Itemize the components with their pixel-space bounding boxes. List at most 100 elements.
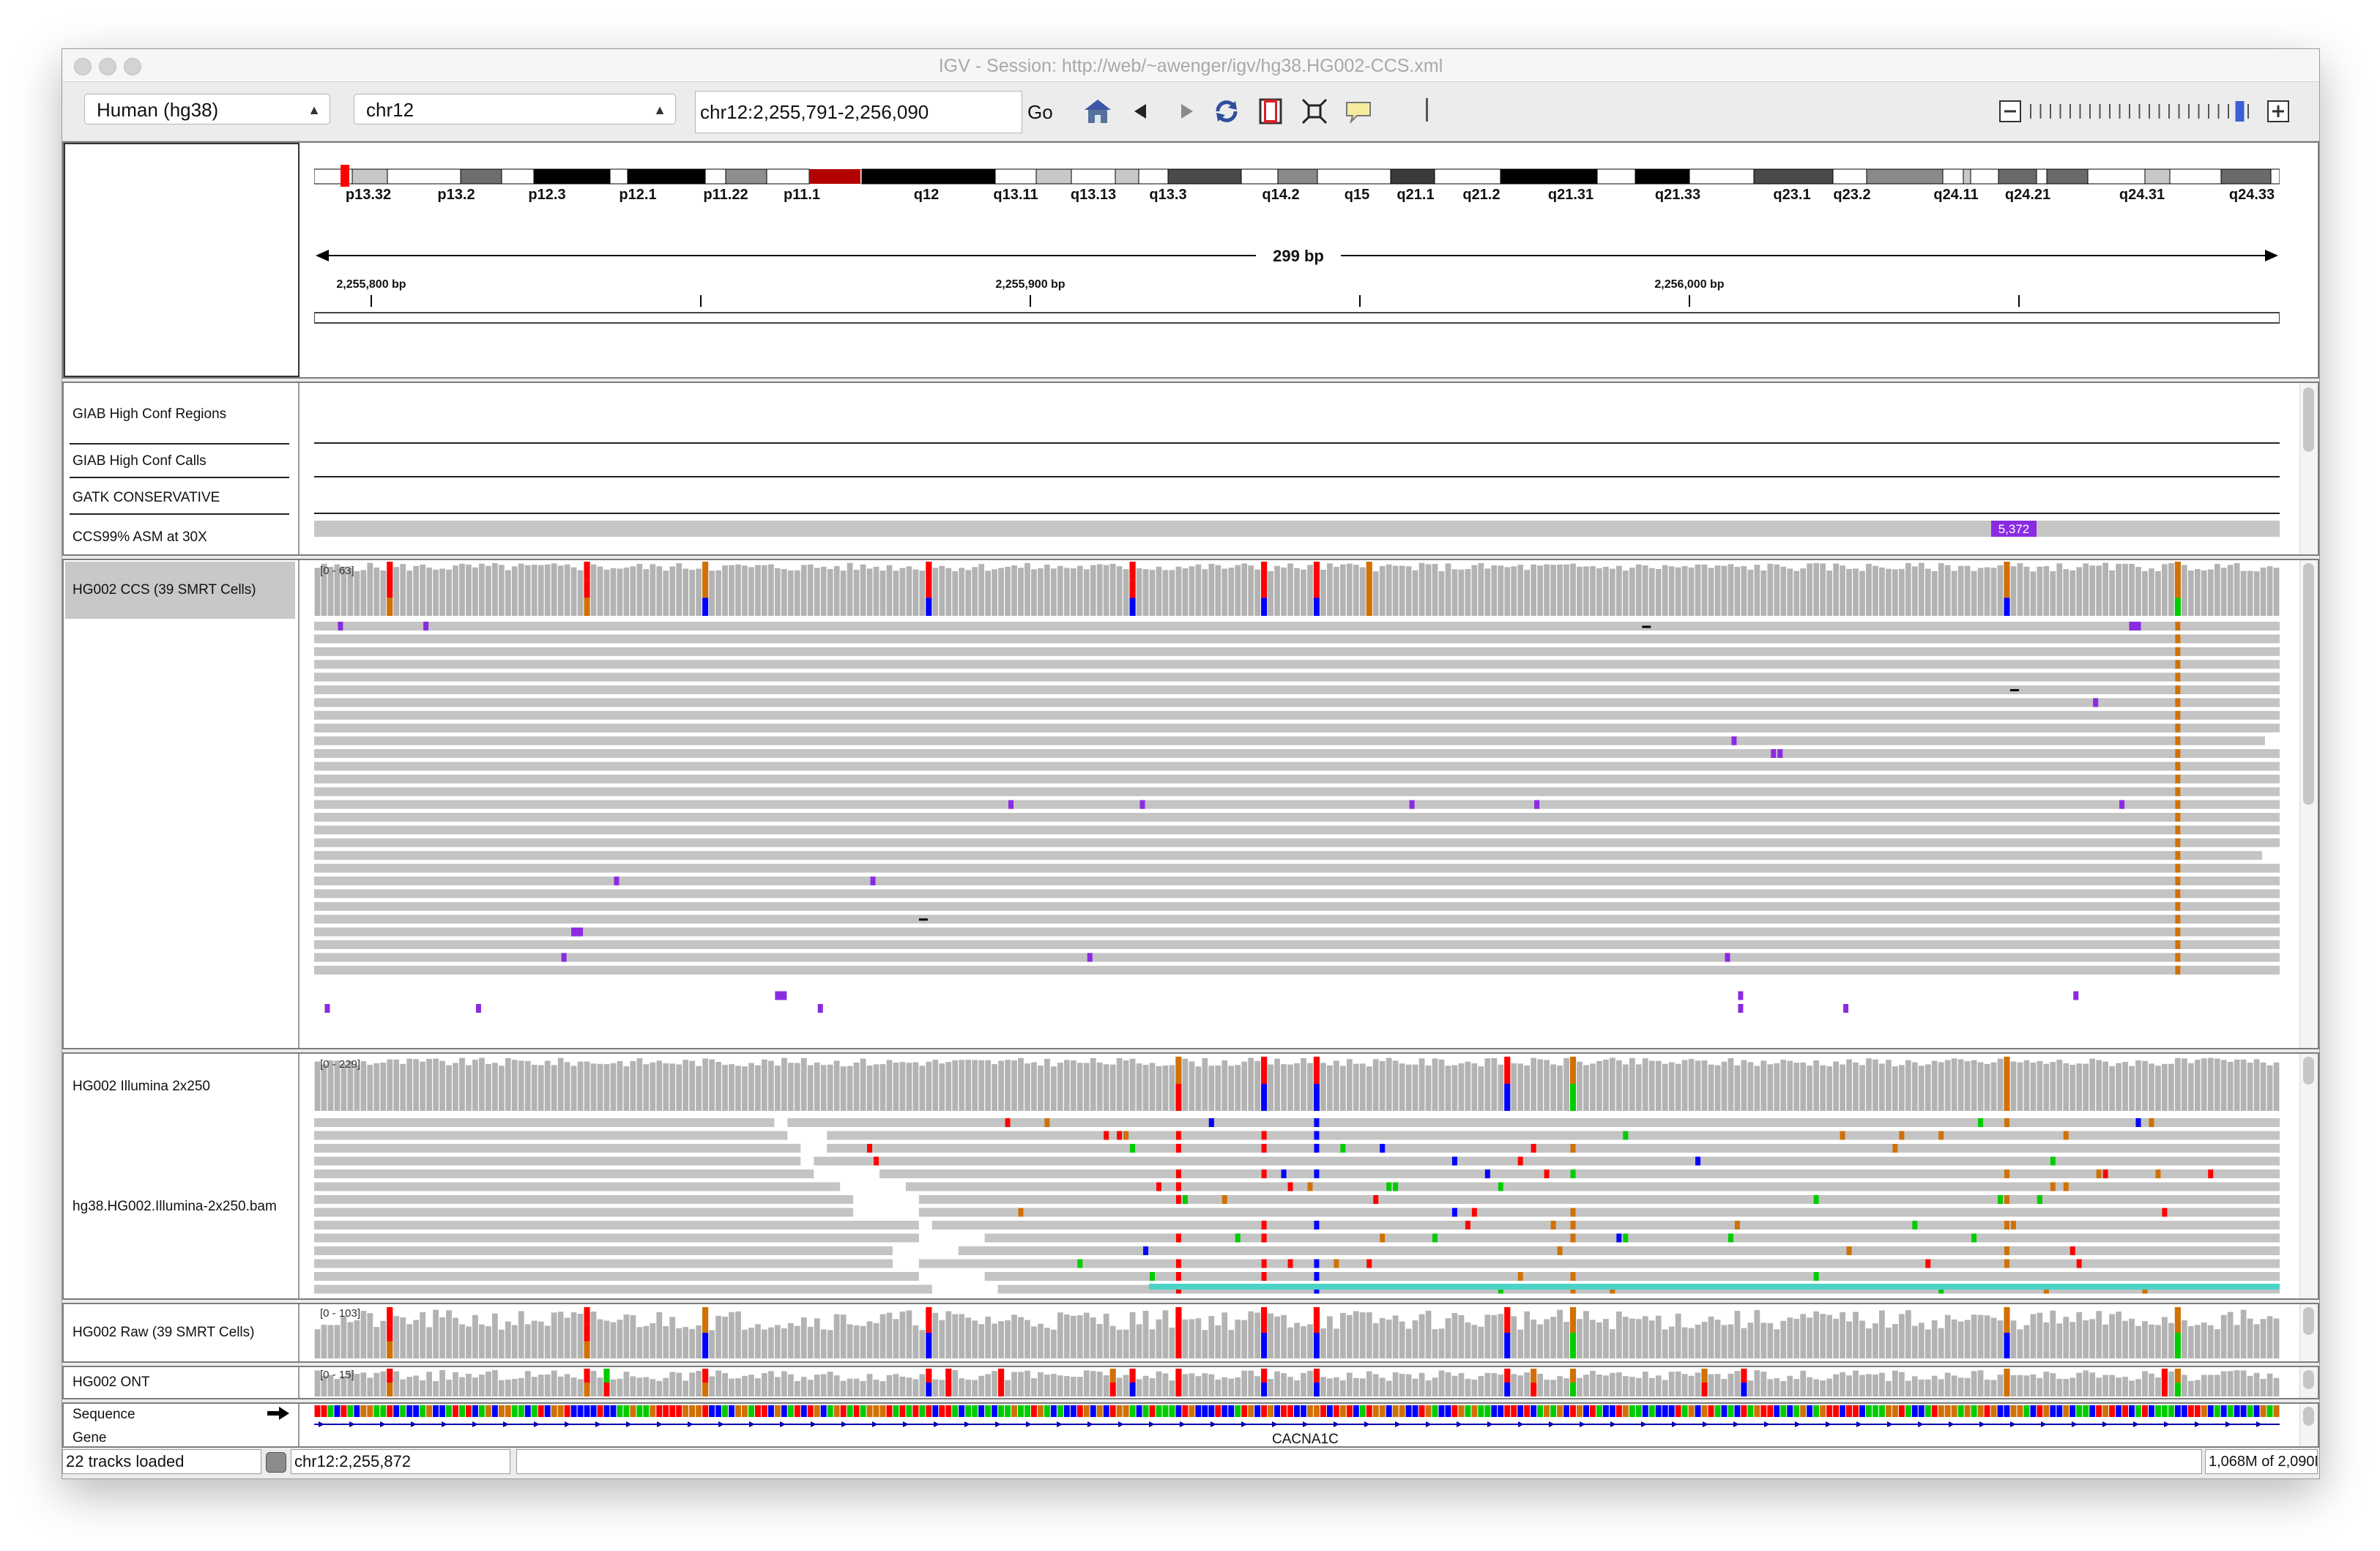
go-button[interactable]: Go [1027, 101, 1053, 124]
ccs-coverage-bar [1235, 565, 1241, 616]
track-name-giab-regions[interactable]: GIAB High Conf Regions [72, 406, 226, 423]
ccs-coverage-bar [1090, 565, 1096, 616]
ccs-coverage-bar [1964, 565, 1971, 616]
illumina-coverage-bar [1971, 1060, 1977, 1111]
raw-coverage-bar [617, 1320, 623, 1358]
ccs-coverage-bar [1570, 563, 1576, 616]
track-name-sequence[interactable]: Sequence [72, 1407, 135, 1423]
raw-coverage-bar [1820, 1314, 1826, 1358]
resize-to-window-icon[interactable] [1298, 95, 1331, 127]
sequence-base [2168, 1405, 2174, 1417]
ccs-alignment-track[interactable] [314, 560, 2280, 1048]
ccs-coverage-bar [433, 569, 439, 616]
ccs-coverage-bar [1057, 565, 1063, 616]
illumina-coverage-bar [1931, 1060, 1938, 1111]
igv-window: IGV - Session: http://web/~awenger/igv/h… [62, 48, 2320, 1479]
ont-scrollbar[interactable] [2299, 1367, 2318, 1398]
ccs-coverage-bar [2050, 570, 2056, 616]
back-arrow-icon[interactable] [1126, 95, 1158, 127]
coverage-mismatch [387, 1341, 393, 1358]
roi-icon[interactable] [1254, 95, 1287, 127]
ccs-coverage-bar [1438, 570, 1445, 616]
chromosome-select[interactable]: chr12 ▲ [354, 94, 676, 124]
track-name-ont[interactable]: HG002 ONT [72, 1375, 150, 1391]
ccs-insertion [1008, 800, 1014, 809]
track-name-gatk[interactable]: GATK CONSERVATIVE [72, 490, 220, 506]
genome-select[interactable]: Human (hg38) ▲ [84, 94, 330, 124]
current-region-marker [341, 165, 349, 187]
ccs-coverage-bar [1741, 566, 1747, 616]
track-name-ccs99[interactable]: CCS99% ASM at 30X [72, 529, 207, 546]
ont-coverage-track[interactable] [314, 1367, 2280, 1398]
ccs-coverage-bar [2155, 570, 2161, 616]
track-name-giab-calls[interactable]: GIAB High Conf Calls [72, 453, 207, 469]
gene-strand-arrow [1241, 1421, 1247, 1427]
illumina-coverage-bar [2070, 1065, 2076, 1111]
illumina-coverage-bar [1813, 1060, 1820, 1111]
illumina-mismatch [2162, 1208, 2168, 1217]
illumina-alignment-track[interactable] [314, 1054, 2280, 1298]
coverage-mismatch [1129, 562, 1136, 580]
illumina-coverage-bar [1438, 1059, 1445, 1111]
ccs-coverage-bar [1432, 564, 1438, 616]
span-arrow-left [316, 250, 329, 261]
feature-tracks[interactable]: 5,372 [314, 383, 2280, 554]
zoom-control[interactable] [1998, 94, 2291, 130]
illumina-snp [1261, 1259, 1267, 1268]
zoom-slider[interactable] [1998, 94, 2291, 130]
sequence-base [1648, 1405, 1655, 1417]
ont-coverage-bar [466, 1373, 472, 1396]
illumina-coverage-bar [1577, 1061, 1583, 1111]
illumina-scrollbar[interactable] [2299, 1054, 2318, 1298]
track-name-illumina-bam[interactable]: hg38.HG002.Illumina-2x250.bam [72, 1199, 277, 1215]
coverage-mismatch [1261, 1383, 1268, 1396]
illumina-snp [1175, 1169, 1181, 1178]
track-name-raw[interactable]: HG002 Raw (39 SMRT Cells) [72, 1325, 254, 1341]
raw-coverage-bar [2063, 1317, 2070, 1358]
ccs-coverage-bar [1635, 564, 1642, 616]
raw-scrollbar[interactable] [2299, 1304, 2318, 1361]
locus-input[interactable]: chr12:2,255,791-2,256,090 [695, 91, 1022, 133]
ccs-coverage-bar [1123, 569, 1129, 616]
ont-coverage-bar [1820, 1380, 1826, 1396]
ccs-coverage-bar [1241, 563, 1248, 616]
sequence-base [1096, 1405, 1103, 1417]
raw-coverage-bar [2023, 1325, 2030, 1358]
track-name-illumina[interactable]: HG002 Illumina 2x250 [72, 1079, 210, 1095]
illumina-coverage-bar [1557, 1065, 1563, 1111]
track-name-gene[interactable]: Gene [72, 1430, 106, 1446]
illumina-coverage-bar [2083, 1063, 2089, 1111]
ccs-scrollbar[interactable] [2299, 560, 2318, 1048]
gene-strand-arrow [1211, 1421, 1216, 1427]
raw-coverage-bar [1169, 1327, 1175, 1358]
home-icon[interactable] [1082, 95, 1114, 127]
strand-arrow-icon[interactable] [266, 1405, 291, 1421]
refresh-icon[interactable] [1211, 95, 1243, 127]
gene-strand-arrow [964, 1421, 970, 1427]
ccs-read [314, 825, 2280, 835]
chevron-updown-icon: ▲ [653, 103, 666, 117]
feature-scrollbar[interactable] [2299, 383, 2318, 554]
ideogram-band [1035, 168, 1072, 185]
ccs-coverage-bar [1918, 562, 1925, 616]
illumina-coverage-bar [1662, 1063, 1668, 1111]
forward-arrow-icon[interactable] [1169, 95, 1202, 127]
raw-coverage-track[interactable] [314, 1304, 2280, 1361]
raw-coverage-bar [1879, 1310, 1885, 1358]
gene-strand-arrow [1549, 1421, 1555, 1427]
ont-coverage-bar [1425, 1380, 1432, 1396]
illumina-coverage-bar [564, 1062, 570, 1111]
sequence-scrollbar[interactable] [2299, 1404, 2318, 1446]
ccs-insertion [1843, 1004, 1849, 1013]
popup-info-icon[interactable] [1342, 95, 1375, 127]
sequence-base [748, 1405, 754, 1417]
ccs-coverage-bar [524, 565, 531, 616]
coverage-mismatch [1261, 1307, 1268, 1333]
illumina-coverage-bar [959, 1060, 965, 1111]
gene-strand-arrow [688, 1421, 693, 1427]
track-name-ccs[interactable]: HG002 CCS (39 SMRT Cells) [72, 582, 256, 598]
sequence-base [1544, 1405, 1550, 1417]
ont-coverage-bar [570, 1377, 577, 1396]
coverage-mismatch [2004, 1307, 2010, 1333]
ideogram-and-ruler[interactable]: p13.32 p13.2 p12.3 p12.1 p11.22 p11.1 q12 q13.1… [314, 143, 2280, 377]
